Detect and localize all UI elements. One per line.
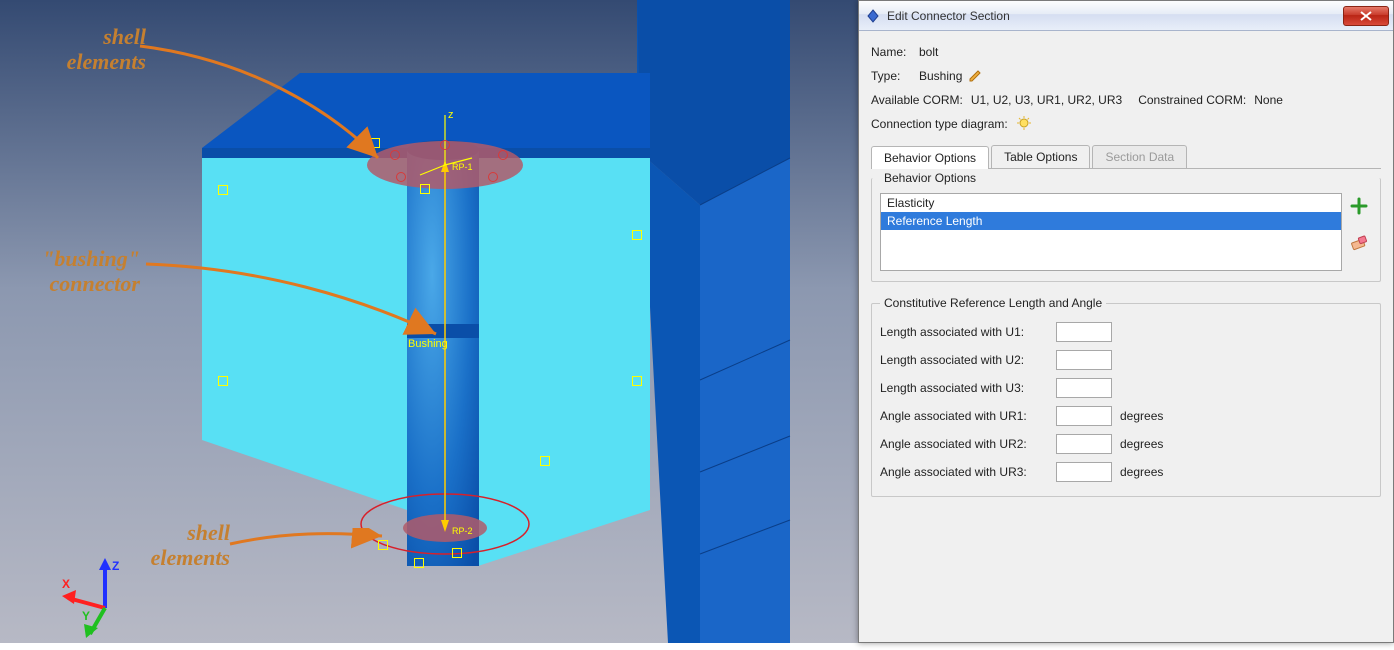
svg-text:RP-2: RP-2 xyxy=(452,526,473,536)
label-u2: Length associated with U2: xyxy=(880,353,1048,367)
titlebar[interactable]: Edit Connector Section xyxy=(859,1,1393,31)
unit-ur1: degrees xyxy=(1120,409,1163,423)
coord-triad[interactable]: Z X Y xyxy=(60,558,150,643)
tab-behavior-options[interactable]: Behavior Options xyxy=(871,146,989,169)
anno-shell-top: shell elements xyxy=(36,24,146,75)
tab-table-options[interactable]: Table Options xyxy=(991,145,1090,168)
tab-bar: Behavior Options Table Options Section D… xyxy=(871,145,1381,169)
input-u1[interactable] xyxy=(1056,322,1112,342)
input-u2[interactable] xyxy=(1056,350,1112,370)
input-ur3[interactable] xyxy=(1056,462,1112,482)
unit-ur3: degrees xyxy=(1120,465,1163,479)
svg-text:RP-1: RP-1 xyxy=(452,162,473,172)
name-value: bolt xyxy=(919,45,938,59)
constr-corm-value: None xyxy=(1254,93,1283,107)
bushing-tag: Bushing xyxy=(408,338,448,350)
label-u1: Length associated with U1: xyxy=(880,325,1048,339)
input-u3[interactable] xyxy=(1056,378,1112,398)
svg-text:z: z xyxy=(448,109,454,121)
label-ur3: Angle associated with UR3: xyxy=(880,465,1048,479)
type-label: Type: xyxy=(871,69,913,83)
conn-diagram-label: Connection type diagram: xyxy=(871,117,1008,131)
svg-text:Z: Z xyxy=(112,559,119,573)
app-icon xyxy=(865,8,881,24)
type-value: Bushing xyxy=(919,69,962,83)
svg-text:Y: Y xyxy=(82,609,90,623)
tab-section-data: Section Data xyxy=(1092,145,1187,168)
svg-text:X: X xyxy=(62,577,70,591)
label-u3: Length associated with U3: xyxy=(880,381,1048,395)
avail-corm-value: U1, U2, U3, UR1, UR2, UR3 xyxy=(971,93,1122,107)
constr-corm-label: Constrained CORM: xyxy=(1138,93,1246,107)
label-ur1: Angle associated with UR1: xyxy=(880,409,1048,423)
group-behavior-legend: Behavior Options xyxy=(880,171,980,185)
anno-bushing: "bushing" connector xyxy=(12,246,140,297)
unit-ur2: degrees xyxy=(1120,437,1163,451)
behavior-item-elasticity[interactable]: Elasticity xyxy=(881,194,1341,212)
edit-type-icon[interactable] xyxy=(968,69,982,83)
add-behavior-icon[interactable] xyxy=(1350,197,1368,215)
input-ur2[interactable] xyxy=(1056,434,1112,454)
avail-corm-label: Available CORM: xyxy=(871,93,963,107)
dialog-title: Edit Connector Section xyxy=(887,9,1343,23)
delete-behavior-icon[interactable] xyxy=(1350,233,1368,251)
tip-icon[interactable] xyxy=(1016,116,1032,132)
group-constitutive-legend: Constitutive Reference Length and Angle xyxy=(880,296,1106,310)
name-label: Name: xyxy=(871,45,913,59)
close-button[interactable] xyxy=(1343,6,1389,26)
behavior-list[interactable]: Elasticity Reference Length xyxy=(880,193,1342,271)
label-ur2: Angle associated with UR2: xyxy=(880,437,1048,451)
behavior-item-reference-length[interactable]: Reference Length xyxy=(881,212,1341,230)
edit-connector-section-dialog: Edit Connector Section Name: bolt Type: … xyxy=(858,0,1394,643)
marker xyxy=(370,138,380,148)
input-ur1[interactable] xyxy=(1056,406,1112,426)
